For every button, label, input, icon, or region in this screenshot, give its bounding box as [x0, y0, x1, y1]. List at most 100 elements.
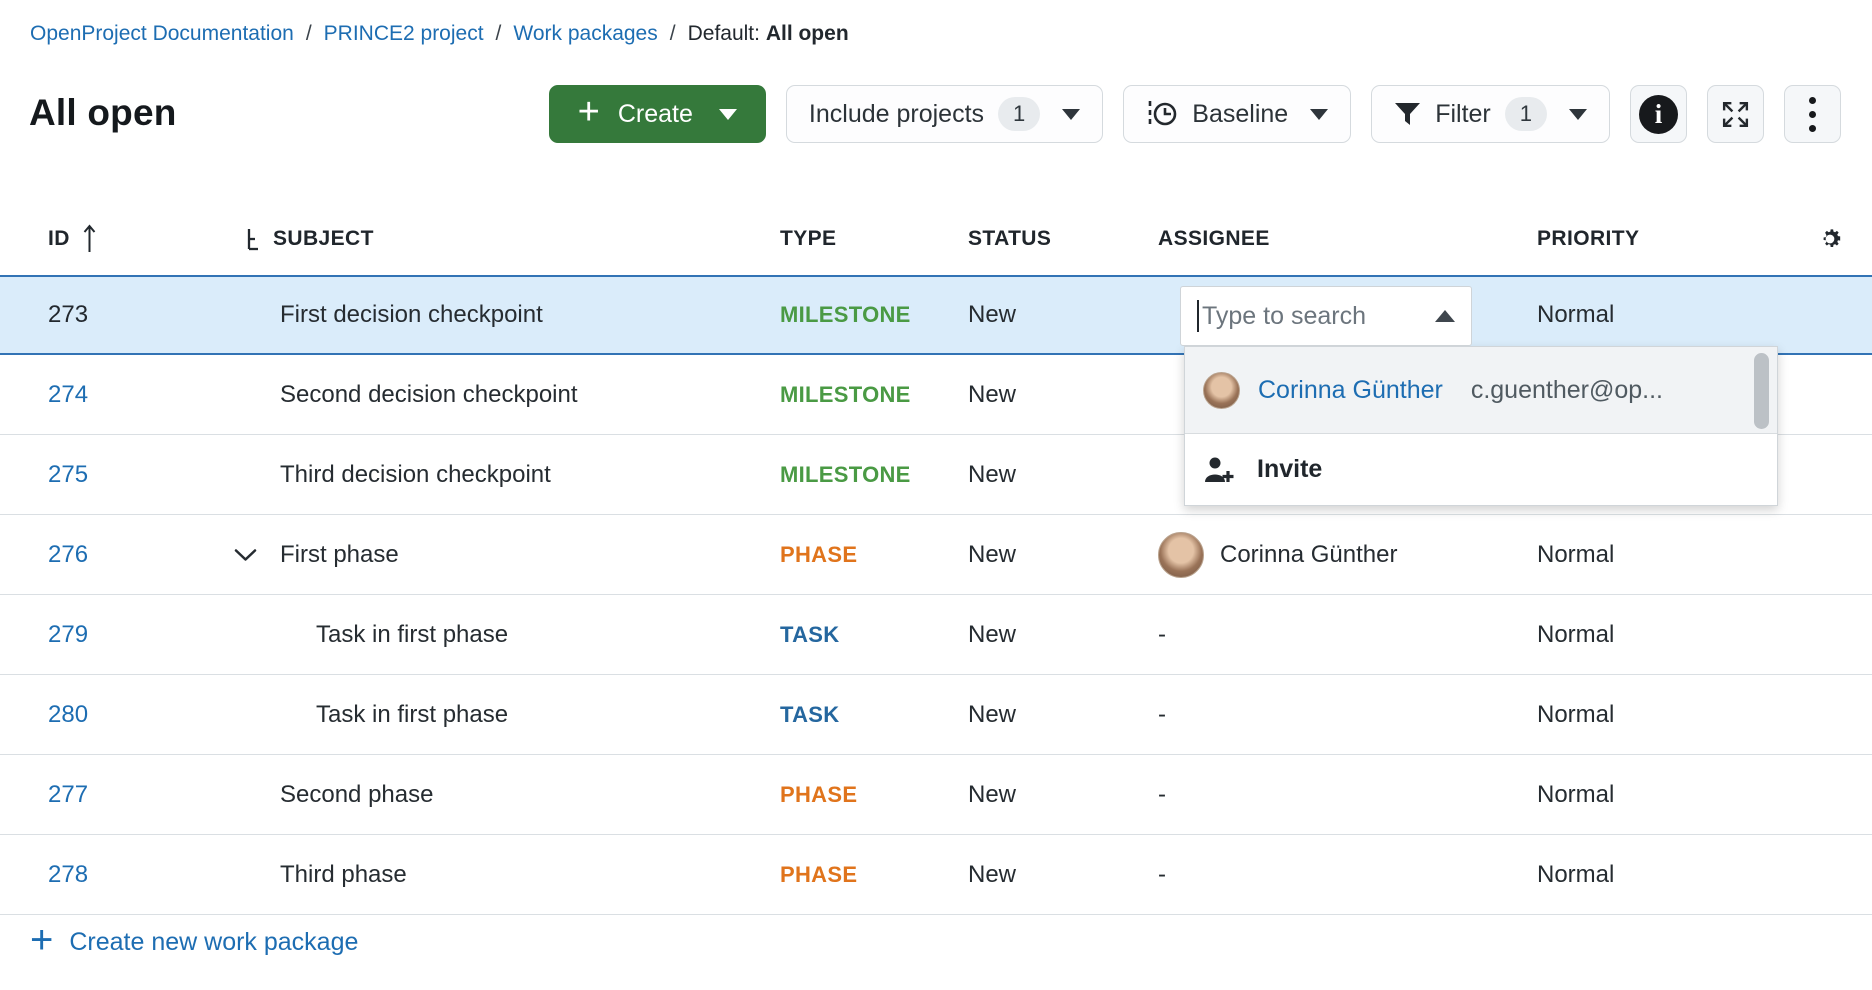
column-header-status[interactable]: STATUS — [968, 227, 1158, 251]
work-package-id-link[interactable]: 275 — [48, 461, 88, 488]
subject-cell[interactable]: First phase — [220, 541, 780, 569]
filter-button[interactable]: Filter 1 — [1371, 85, 1610, 143]
priority-cell[interactable]: Normal — [1537, 781, 1788, 809]
type-cell[interactable]: PHASE — [780, 542, 968, 568]
invite-option[interactable]: Invite — [1185, 434, 1777, 505]
table-row-273[interactable]: 273 First decision checkpoint MILESTONE … — [0, 275, 1872, 355]
filter-label: Filter — [1435, 100, 1491, 129]
assignee-cell[interactable]: Corinna Günther — [1158, 532, 1537, 578]
subject-cell[interactable]: Task in first phase — [220, 701, 780, 729]
table-header-row: ID SUBJECT TYPE STATUS ASSIGNEE — [0, 203, 1872, 275]
status-cell[interactable]: New — [968, 781, 1158, 809]
work-package-id-link[interactable]: 276 — [48, 541, 88, 568]
type-cell[interactable]: TASK — [780, 622, 968, 648]
assignee-option-email: c.guenther@op... — [1471, 376, 1663, 405]
type-cell[interactable]: MILESTONE — [780, 302, 968, 328]
type-cell[interactable]: TASK — [780, 702, 968, 728]
work-package-id-link[interactable]: 280 — [48, 701, 88, 728]
more-options-button[interactable] — [1784, 85, 1841, 143]
assignee-cell[interactable]: - — [1158, 781, 1537, 809]
baseline-button[interactable]: Baseline — [1123, 85, 1351, 143]
work-package-id: 273 — [48, 301, 88, 328]
fullscreen-button[interactable] — [1707, 85, 1764, 143]
hierarchy-icon — [245, 227, 263, 251]
avatar — [1158, 532, 1204, 578]
expand-arrows-icon — [1720, 99, 1751, 130]
chevron-down-icon — [719, 109, 737, 120]
subject-cell[interactable]: First decision checkpoint — [220, 301, 780, 329]
type-cell[interactable]: PHASE — [780, 782, 968, 808]
include-projects-button[interactable]: Include projects 1 — [786, 85, 1103, 143]
work-packages-page: OpenProject Documentation / PRINCE2 proj… — [0, 0, 1872, 990]
status-cell[interactable]: New — [968, 301, 1158, 329]
breadcrumb-link-project[interactable]: PRINCE2 project — [324, 22, 484, 46]
table-row-280[interactable]: 280 Task in first phase TASK New - Norma… — [0, 675, 1872, 755]
assignee-dropdown: Corinna Günther c.guenther@op... Invite — [1184, 346, 1778, 506]
assignee-cell[interactable]: - — [1158, 861, 1537, 889]
status-cell[interactable]: New — [968, 861, 1158, 889]
avatar — [1203, 372, 1240, 409]
breadcrumb-separator: / — [496, 22, 502, 46]
include-projects-label: Include projects — [809, 100, 984, 129]
assignee-cell[interactable]: - — [1158, 701, 1537, 729]
breadcrumb: OpenProject Documentation / PRINCE2 proj… — [30, 22, 849, 46]
info-button[interactable]: i — [1630, 85, 1687, 143]
funnel-icon — [1394, 102, 1421, 127]
table-row-276[interactable]: 276 First phase PHASE New Corinna Günthe… — [0, 515, 1872, 595]
assignee-search-input[interactable]: Type to search — [1180, 286, 1472, 346]
column-header-type[interactable]: TYPE — [780, 227, 968, 251]
baseline-clock-icon — [1146, 98, 1178, 130]
gear-icon — [1817, 226, 1843, 252]
filter-count-badge: 1 — [1505, 97, 1547, 131]
assignee-search-placeholder: Type to search — [1202, 302, 1366, 331]
priority-cell[interactable]: Normal — [1537, 861, 1788, 889]
status-cell[interactable]: New — [968, 701, 1158, 729]
work-package-id-link[interactable]: 274 — [48, 381, 88, 408]
column-header-subject[interactable]: SUBJECT — [220, 227, 780, 251]
dropdown-scrollbar[interactable] — [1754, 353, 1769, 429]
column-header-assignee[interactable]: ASSIGNEE — [1158, 227, 1537, 251]
table-row-278[interactable]: 278 Third phase PHASE New - Normal — [0, 835, 1872, 915]
subject-cell[interactable]: Second decision checkpoint — [220, 381, 780, 409]
assignee-option-corinna[interactable]: Corinna Günther c.guenther@op... — [1185, 347, 1777, 434]
kebab-vertical-icon — [1809, 97, 1816, 132]
breadcrumb-separator: / — [306, 22, 312, 46]
info-circle-icon: i — [1639, 95, 1678, 134]
assignee-cell[interactable]: - — [1158, 621, 1537, 649]
column-header-id[interactable]: ID — [0, 222, 220, 256]
subject-cell[interactable]: Third decision checkpoint — [220, 461, 780, 489]
type-cell[interactable]: MILESTONE — [780, 382, 968, 408]
toolbar-actions: + Create Include projects 1 Baseline — [549, 85, 1841, 143]
assignee-option-name: Corinna Günther — [1258, 376, 1443, 405]
column-header-priority[interactable]: PRIORITY — [1537, 227, 1788, 251]
status-cell[interactable]: New — [968, 381, 1158, 409]
create-button[interactable]: + Create — [549, 85, 766, 143]
assignee-name: Corinna Günther — [1220, 541, 1397, 569]
type-cell[interactable]: MILESTONE — [780, 462, 968, 488]
table-row-279[interactable]: 279 Task in first phase TASK New - Norma… — [0, 595, 1872, 675]
triangle-up-icon[interactable] — [1435, 310, 1455, 322]
create-new-work-package-link[interactable]: + Create new work package — [30, 925, 358, 960]
type-cell[interactable]: PHASE — [780, 862, 968, 888]
subject-cell[interactable]: Second phase — [220, 781, 780, 809]
table-row-277[interactable]: 277 Second phase PHASE New - Normal — [0, 755, 1872, 835]
breadcrumb-link-work-packages[interactable]: Work packages — [513, 22, 657, 46]
status-cell[interactable]: New — [968, 621, 1158, 649]
work-package-id-link[interactable]: 277 — [48, 781, 88, 808]
priority-cell[interactable]: Normal — [1537, 621, 1788, 649]
plus-icon: + — [30, 920, 53, 960]
priority-cell[interactable]: Normal — [1537, 701, 1788, 729]
collapse-children-chevron-icon[interactable] — [234, 547, 257, 562]
work-package-id-link[interactable]: 279 — [48, 621, 88, 648]
subject-cell[interactable]: Task in first phase — [220, 621, 780, 649]
subject-cell[interactable]: Third phase — [220, 861, 780, 889]
breadcrumb-link-documentation[interactable]: OpenProject Documentation — [30, 22, 294, 46]
status-cell[interactable]: New — [968, 541, 1158, 569]
column-settings-button[interactable] — [1788, 226, 1872, 252]
work-package-id-link[interactable]: 278 — [48, 861, 88, 888]
status-cell[interactable]: New — [968, 461, 1158, 489]
priority-cell[interactable]: Normal — [1537, 541, 1788, 569]
priority-cell[interactable]: Normal — [1537, 301, 1788, 329]
breadcrumb-current: Default: All open — [688, 22, 849, 46]
work-packages-table: ID SUBJECT TYPE STATUS ASSIGNEE — [0, 203, 1872, 915]
